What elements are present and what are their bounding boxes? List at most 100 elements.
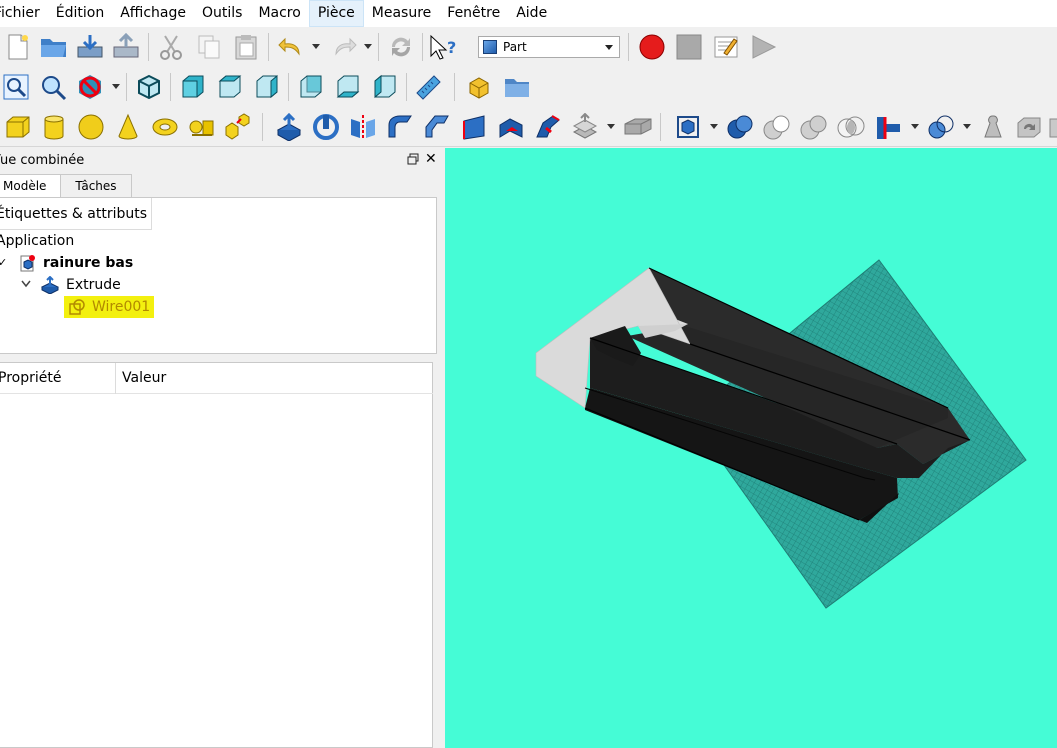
document-label: rainure bas: [43, 255, 134, 271]
macro-execute-icon[interactable]: [747, 31, 779, 63]
property-header: Propriété Valeur: [0, 363, 433, 394]
open-folder-icon[interactable]: [38, 31, 70, 63]
part-split-icon[interactable]: [925, 111, 957, 143]
macro-stop-icon[interactable]: [673, 31, 705, 63]
property-view: Propriété Valeur: [0, 362, 433, 748]
part-box-icon[interactable]: [2, 111, 34, 143]
fit-selection-icon[interactable]: [37, 71, 69, 103]
offset-dropdown[interactable]: [607, 124, 615, 129]
view-bottom-icon[interactable]: [332, 71, 364, 103]
model-tree: Étiquettes & attributs Application ✓ rai…: [0, 197, 437, 354]
save-icon[interactable]: [74, 31, 106, 63]
view-front-icon[interactable]: [177, 71, 209, 103]
tree-column-header[interactable]: Étiquettes & attributs: [0, 198, 152, 230]
compound-dropdown[interactable]: [710, 124, 718, 129]
part-more-icon[interactable]: [1042, 111, 1057, 143]
view-left-icon[interactable]: [369, 71, 401, 103]
refresh-icon[interactable]: [385, 31, 417, 63]
part-extrude-icon[interactable]: [273, 111, 305, 143]
menu-measure[interactable]: Measure: [364, 0, 440, 27]
view-right-icon[interactable]: [251, 71, 283, 103]
menu-outils[interactable]: Outils: [194, 0, 250, 27]
draw-style-icon[interactable]: [74, 71, 106, 103]
part-fillet-icon[interactable]: [384, 111, 416, 143]
part-compound-icon[interactable]: [672, 111, 704, 143]
part-shape-builder-icon[interactable]: [222, 111, 254, 143]
part-cut-icon[interactable]: [761, 111, 793, 143]
part-mirror-icon[interactable]: [347, 111, 379, 143]
column-header-value[interactable]: Valeur: [122, 363, 166, 394]
toolbar-part: [0, 107, 1057, 147]
redo-dropdown[interactable]: [364, 44, 372, 49]
measure-distance-icon[interactable]: [412, 71, 444, 103]
fit-all-icon[interactable]: [0, 71, 32, 103]
workbench-selector[interactable]: Part: [478, 36, 620, 58]
tree-item-document[interactable]: ✓ rainure bas: [0, 252, 133, 274]
part-join-features-icon[interactable]: [872, 111, 904, 143]
part-cone-icon[interactable]: [112, 111, 144, 143]
part-fuse-icon[interactable]: [798, 111, 830, 143]
part-sphere-icon[interactable]: [75, 111, 107, 143]
document-icon: [18, 254, 36, 272]
combo-tabs: Modèle Tâches: [0, 174, 132, 198]
copy-icon[interactable]: [193, 31, 225, 63]
panel-splitter[interactable]: [437, 148, 445, 748]
svg-text:?: ?: [447, 38, 456, 57]
toolbar-view: [0, 67, 1057, 107]
workbench-selector-value: Part: [503, 40, 527, 54]
menu-macro[interactable]: Macro: [250, 0, 308, 27]
create-group-icon[interactable]: [501, 71, 533, 103]
menu-fichier[interactable]: Fichier: [0, 0, 48, 27]
menu-piece[interactable]: Pièce: [308, 0, 364, 27]
tree-item-wire001[interactable]: Wire001: [64, 296, 155, 318]
menu-edition[interactable]: Édition: [48, 0, 112, 27]
join-dropdown[interactable]: [911, 124, 919, 129]
undock-icon[interactable]: [407, 153, 419, 165]
chevron-down-icon[interactable]: ✓: [0, 252, 8, 274]
part-revolve-icon[interactable]: [310, 111, 342, 143]
menu-bar: Fichier Édition Affichage Outils Macro P…: [0, 0, 1057, 27]
menu-affichage[interactable]: Affichage: [112, 0, 194, 27]
part-boolean-icon[interactable]: [724, 111, 756, 143]
part-loft-icon[interactable]: [532, 111, 564, 143]
draw-style-dropdown[interactable]: [112, 84, 120, 89]
view-isometric-icon[interactable]: [133, 71, 165, 103]
part-primitives-icon[interactable]: [186, 111, 218, 143]
toolbar-file: ? Part: [0, 27, 1057, 67]
split-dropdown[interactable]: [963, 124, 971, 129]
redo-icon[interactable]: [328, 31, 360, 63]
part-offset-icon[interactable]: [569, 111, 601, 143]
tab-modele[interactable]: Modèle: [0, 174, 62, 198]
3d-viewport[interactable]: [445, 148, 1057, 748]
tree-item-extrude[interactable]: Extrude: [21, 274, 121, 296]
create-part-icon[interactable]: [464, 71, 496, 103]
cut-icon[interactable]: [155, 31, 187, 63]
macro-edit-icon[interactable]: [710, 31, 742, 63]
whats-this-icon[interactable]: ?: [428, 31, 460, 63]
menu-fenetre[interactable]: Fenêtre: [439, 0, 508, 27]
macro-record-icon[interactable]: [636, 31, 668, 63]
part-common-icon[interactable]: [835, 111, 867, 143]
chevron-down-icon[interactable]: [21, 274, 31, 296]
part-thickness-icon[interactable]: [622, 111, 654, 143]
selected-item-highlight: Wire001: [64, 296, 155, 318]
undo-dropdown[interactable]: [312, 44, 320, 49]
paste-icon[interactable]: [230, 31, 262, 63]
new-document-icon[interactable]: [2, 31, 34, 63]
part-cylinder-icon[interactable]: [38, 111, 70, 143]
menu-aide[interactable]: Aide: [508, 0, 555, 27]
view-top-icon[interactable]: [214, 71, 246, 103]
tab-taches[interactable]: Tâches: [60, 174, 132, 198]
save-as-icon[interactable]: [110, 31, 142, 63]
part-torus-icon[interactable]: [149, 111, 181, 143]
tree-item-application[interactable]: Application: [0, 230, 74, 252]
part-ruled-surface-icon[interactable]: [495, 111, 527, 143]
part-make-face-icon[interactable]: [458, 111, 490, 143]
part-workbench-icon: [483, 40, 497, 54]
column-header-property[interactable]: Propriété: [0, 363, 116, 394]
part-check-geometry-icon[interactable]: [977, 111, 1009, 143]
wire-icon: [68, 298, 86, 316]
undo-icon[interactable]: [275, 31, 307, 63]
view-rear-icon[interactable]: [295, 71, 327, 103]
part-chamfer-icon[interactable]: [421, 111, 453, 143]
